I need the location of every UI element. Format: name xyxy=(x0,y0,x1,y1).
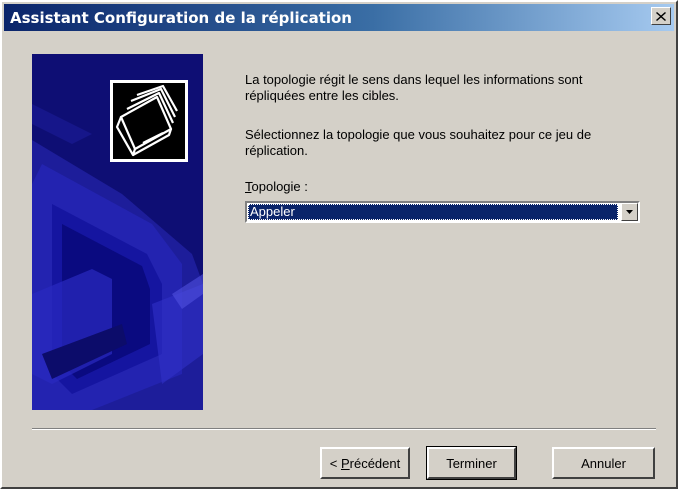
chevron-down-icon xyxy=(626,210,633,214)
topology-label-text: opologie : xyxy=(251,179,308,194)
topology-instruction: Sélectionnez la topologie que vous souha… xyxy=(245,127,592,158)
topology-label: Topologie : xyxy=(245,179,308,195)
wizard-side-graphic xyxy=(32,54,203,410)
topology-dropdown[interactable]: Appeler xyxy=(245,201,640,223)
finish-label: Terminer xyxy=(446,455,497,471)
previous-prefix: < xyxy=(329,455,341,471)
title-bar[interactable]: Assistant Configuration de la réplicatio… xyxy=(4,4,674,31)
folders-icon xyxy=(110,80,188,162)
cancel-button[interactable]: Annuler xyxy=(552,447,655,479)
close-icon xyxy=(656,11,666,21)
button-separator xyxy=(32,428,656,430)
previous-button[interactable]: < Précédent xyxy=(320,447,410,479)
finish-button[interactable]: Terminer xyxy=(426,446,517,480)
wizard-dialog: Assistant Configuration de la réplicatio… xyxy=(0,0,678,489)
topology-dropdown-button[interactable] xyxy=(621,203,638,221)
topology-description: La topologie régit le sens dans lequel l… xyxy=(245,72,583,103)
topology-selected-value[interactable]: Appeler xyxy=(248,204,618,220)
previous-mnemonic: P xyxy=(340,455,350,471)
window-title: Assistant Configuration de la réplicatio… xyxy=(10,9,352,27)
close-button[interactable] xyxy=(651,7,671,25)
cancel-label: Annuler xyxy=(581,455,626,471)
previous-label: récédent xyxy=(349,455,401,471)
